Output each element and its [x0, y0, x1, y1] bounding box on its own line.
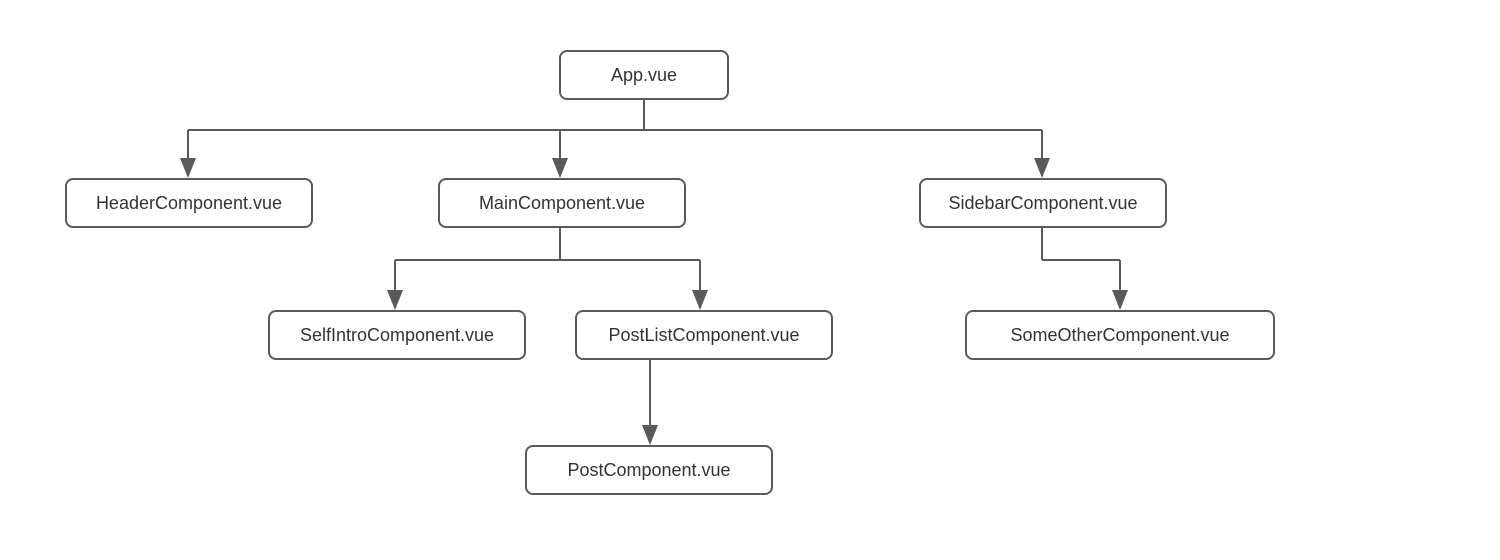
node-label: SelfIntroComponent.vue	[300, 325, 494, 346]
node-selfintro: SelfIntroComponent.vue	[268, 310, 526, 360]
node-label: SidebarComponent.vue	[948, 193, 1137, 214]
node-label: HeaderComponent.vue	[96, 193, 282, 214]
node-sidebar: SidebarComponent.vue	[919, 178, 1167, 228]
node-label: PostComponent.vue	[567, 460, 730, 481]
node-post: PostComponent.vue	[525, 445, 773, 495]
node-label: MainComponent.vue	[479, 193, 645, 214]
node-label: PostListComponent.vue	[608, 325, 799, 346]
node-someother: SomeOtherComponent.vue	[965, 310, 1275, 360]
node-postlist: PostListComponent.vue	[575, 310, 833, 360]
node-app: App.vue	[559, 50, 729, 100]
node-header: HeaderComponent.vue	[65, 178, 313, 228]
node-label: SomeOtherComponent.vue	[1010, 325, 1229, 346]
node-main: MainComponent.vue	[438, 178, 686, 228]
node-label: App.vue	[611, 65, 677, 86]
